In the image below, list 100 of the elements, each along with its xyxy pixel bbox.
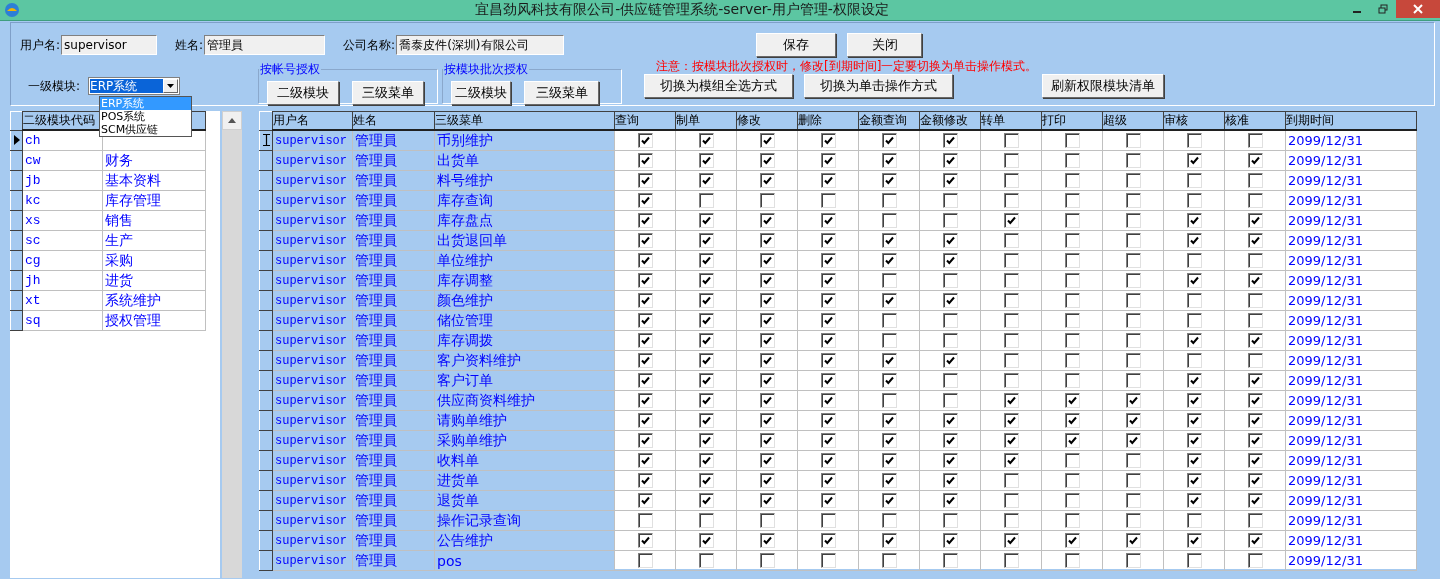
checkbox[interactable] [881, 473, 897, 488]
checkbox[interactable] [942, 373, 958, 388]
table-cell[interactable]: 系统维护 [102, 290, 206, 311]
checkbox[interactable] [881, 193, 897, 208]
module-dropdown[interactable]: ERP系统 [88, 77, 181, 95]
checkbox[interactable] [1125, 333, 1141, 348]
checkbox[interactable] [881, 273, 897, 288]
checkbox[interactable] [1003, 213, 1019, 228]
checkbox[interactable] [942, 233, 958, 248]
checkbox[interactable] [637, 413, 653, 428]
checkbox[interactable] [1003, 133, 1019, 148]
checkbox[interactable] [1003, 253, 1019, 268]
checkbox[interactable] [637, 213, 653, 228]
checkbox[interactable] [820, 173, 836, 188]
checkbox[interactable] [1064, 333, 1080, 348]
checkbox[interactable] [637, 193, 653, 208]
checkbox[interactable] [1064, 413, 1080, 428]
checkbox[interactable] [942, 513, 958, 528]
checkbox[interactable] [1125, 193, 1141, 208]
checkbox[interactable] [1064, 313, 1080, 328]
checkbox[interactable] [942, 273, 958, 288]
checkbox[interactable] [1186, 473, 1202, 488]
checkbox[interactable] [1247, 513, 1263, 528]
input-field[interactable]: 管理員 [204, 35, 326, 55]
checkbox[interactable] [698, 133, 714, 148]
checkbox[interactable] [942, 413, 958, 428]
checkbox[interactable] [698, 313, 714, 328]
checkbox[interactable] [698, 513, 714, 528]
checkbox[interactable] [637, 333, 653, 348]
checkbox[interactable] [637, 493, 653, 508]
checkbox[interactable] [637, 173, 653, 188]
checkbox[interactable] [1003, 273, 1019, 288]
checkbox[interactable] [698, 253, 714, 268]
checkbox[interactable] [1003, 453, 1019, 468]
checkbox[interactable] [1186, 153, 1202, 168]
row-selector[interactable] [10, 310, 23, 331]
checkbox[interactable] [759, 213, 775, 228]
checkbox[interactable] [820, 413, 836, 428]
checkbox[interactable] [820, 233, 836, 248]
checkbox[interactable] [820, 453, 836, 468]
checkbox[interactable] [637, 433, 653, 448]
checkbox[interactable] [637, 273, 653, 288]
checkbox[interactable] [759, 193, 775, 208]
checkbox[interactable] [1247, 133, 1263, 148]
checkbox[interactable] [1003, 413, 1019, 428]
checkbox[interactable] [637, 473, 653, 488]
checkbox[interactable] [1125, 453, 1141, 468]
checkbox[interactable] [759, 353, 775, 368]
action-button[interactable]: 切换为模组全选方式 [644, 74, 794, 98]
action-button[interactable]: 三级菜单 [352, 81, 425, 105]
checkbox[interactable] [1003, 393, 1019, 408]
checkbox[interactable] [698, 233, 714, 248]
input-field[interactable]: 喬泰皮件(深圳)有限公司 [396, 35, 565, 55]
checkbox[interactable] [1186, 393, 1202, 408]
table-cell[interactable]: 授权管理 [102, 310, 206, 331]
checkbox[interactable] [1003, 513, 1019, 528]
checkbox[interactable] [759, 493, 775, 508]
checkbox[interactable] [698, 473, 714, 488]
checkbox[interactable] [1003, 293, 1019, 308]
checkbox[interactable] [698, 293, 714, 308]
checkbox[interactable] [698, 273, 714, 288]
checkbox[interactable] [820, 353, 836, 368]
checkbox[interactable] [881, 133, 897, 148]
table-cell[interactable]: 库存管理 [102, 190, 206, 211]
scrollbar[interactable] [222, 111, 242, 578]
checkbox[interactable] [1186, 273, 1202, 288]
checkbox[interactable] [942, 133, 958, 148]
checkbox[interactable] [942, 153, 958, 168]
checkbox[interactable] [759, 273, 775, 288]
checkbox[interactable] [820, 273, 836, 288]
table-cell[interactable]: 进货 [102, 270, 206, 291]
row-selector[interactable] [10, 290, 23, 311]
checkbox[interactable] [1064, 453, 1080, 468]
checkbox[interactable] [637, 233, 653, 248]
input-field[interactable]: supervisor [61, 35, 158, 55]
checkbox[interactable] [881, 553, 897, 568]
checkbox[interactable] [1064, 353, 1080, 368]
checkbox[interactable] [698, 333, 714, 348]
checkbox[interactable] [1186, 513, 1202, 528]
checkbox[interactable] [1247, 393, 1263, 408]
checkbox[interactable] [881, 333, 897, 348]
checkbox[interactable] [1247, 373, 1263, 388]
checkbox[interactable] [881, 513, 897, 528]
checkbox[interactable] [1003, 473, 1019, 488]
checkbox[interactable] [1003, 193, 1019, 208]
checkbox[interactable] [881, 533, 897, 548]
checkbox[interactable] [942, 533, 958, 548]
checkbox[interactable] [1125, 213, 1141, 228]
checkbox[interactable] [698, 533, 714, 548]
checkbox[interactable] [1125, 513, 1141, 528]
checkbox[interactable] [1064, 193, 1080, 208]
row-selector[interactable] [10, 170, 23, 191]
checkbox[interactable] [820, 313, 836, 328]
row-selector[interactable] [10, 270, 23, 291]
checkbox[interactable] [759, 313, 775, 328]
checkbox[interactable] [881, 393, 897, 408]
checkbox[interactable] [698, 213, 714, 228]
checkbox[interactable] [1247, 533, 1263, 548]
checkbox[interactable] [1186, 433, 1202, 448]
checkbox[interactable] [1003, 333, 1019, 348]
